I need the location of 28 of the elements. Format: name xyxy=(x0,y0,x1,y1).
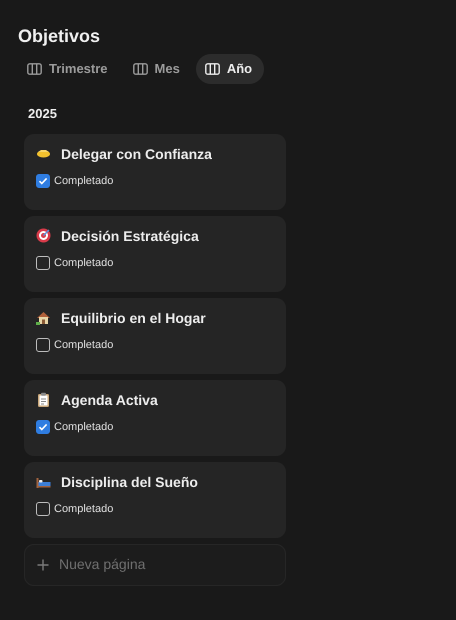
goal-title: Decisión Estratégica xyxy=(61,226,199,246)
goal-title: Disciplina del Sueño xyxy=(61,472,198,492)
checkbox-label: Completado xyxy=(54,174,114,188)
checkbox[interactable] xyxy=(36,502,50,516)
checkbox-label: Completado xyxy=(54,338,114,352)
checkbox-label: Completado xyxy=(54,256,114,270)
page-title: Objetivos xyxy=(18,25,102,48)
checkbox[interactable] xyxy=(36,256,50,270)
checkbox[interactable] xyxy=(36,174,50,188)
target-icon xyxy=(36,228,51,243)
checkbox[interactable] xyxy=(36,338,50,352)
checkbox-label: Completado xyxy=(54,502,114,516)
clipboard-icon xyxy=(36,392,51,407)
house-icon xyxy=(36,310,51,325)
goal-title: Agenda Activa xyxy=(61,390,158,410)
view-tab[interactable]: Trimestre xyxy=(18,54,120,84)
new-page-button[interactable]: Nueva página xyxy=(24,544,286,586)
checkbox-label: Completado xyxy=(54,420,114,434)
board-icon xyxy=(132,63,148,75)
goal-title: Equilibrio en el Hogar xyxy=(61,308,206,328)
view-tab[interactable]: Año xyxy=(196,54,264,84)
group-heading: 2025 xyxy=(28,105,57,123)
checkbox[interactable] xyxy=(36,420,50,434)
board-icon xyxy=(27,63,42,75)
goal-title: Delegar con Confianza xyxy=(61,144,212,164)
board-icon xyxy=(204,63,220,75)
view-tab[interactable]: Mes xyxy=(124,54,192,84)
plus-icon xyxy=(37,558,49,570)
